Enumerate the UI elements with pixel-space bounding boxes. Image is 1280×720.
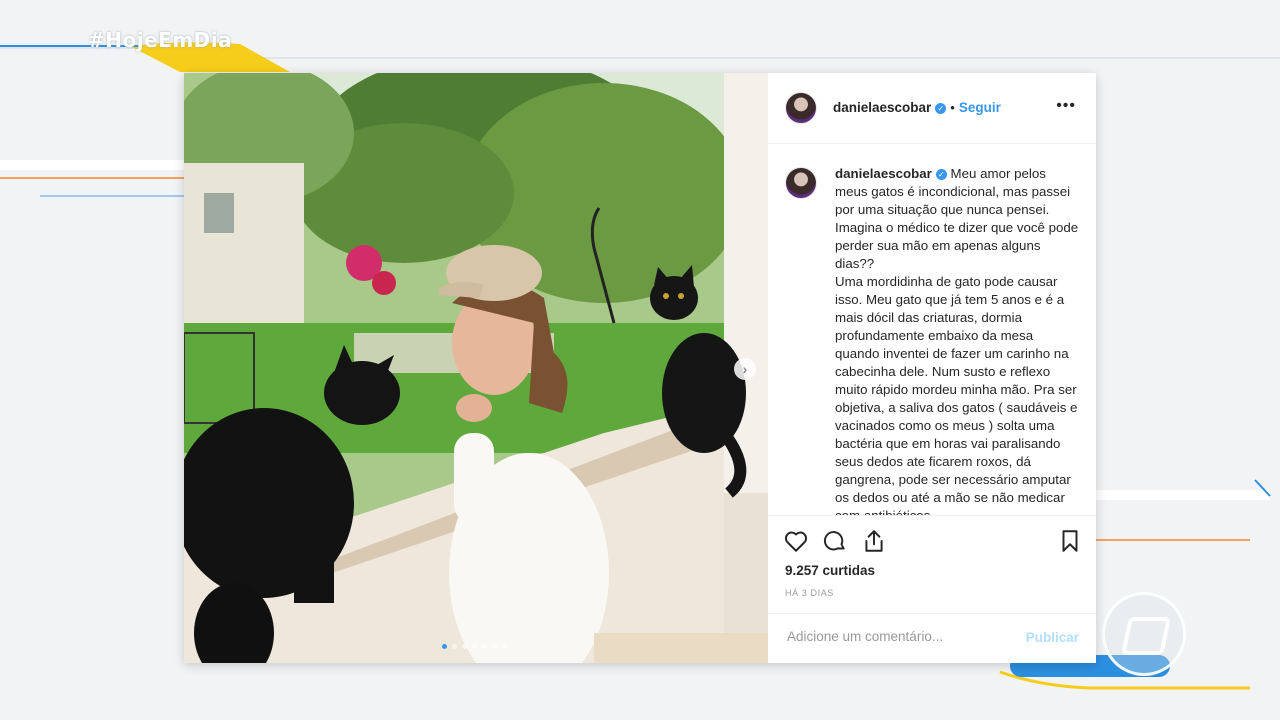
post-photo-illustration: [184, 73, 768, 663]
bookmark-save-icon[interactable]: [1057, 528, 1083, 554]
caption-verified-badge-icon: ✓: [935, 169, 947, 180]
show-hashtag: #HojeEmDia: [88, 28, 233, 52]
carousel-dot[interactable]: [442, 644, 447, 649]
post-photo[interactable]: ›: [184, 73, 768, 663]
header-username[interactable]: danielaescobar: [833, 100, 931, 115]
carousel-dot[interactable]: [472, 644, 477, 649]
publish-button[interactable]: Publicar: [1026, 630, 1079, 645]
action-bar: [768, 515, 1096, 564]
header-separator: •: [950, 100, 955, 115]
caption-area: danielaescobar ✓ Meu amor pelos meus gato…: [785, 165, 1085, 515]
carousel-dot[interactable]: [462, 644, 467, 649]
carousel-dot[interactable]: [502, 644, 507, 649]
post-date[interactable]: HÁ 3 DIAS: [785, 588, 834, 598]
carousel-next-arrow-icon[interactable]: ›: [734, 358, 756, 380]
carousel-dot[interactable]: [452, 644, 457, 649]
tv-channel-logo: [1102, 592, 1186, 676]
share-icon[interactable]: [861, 528, 887, 554]
more-options-icon[interactable]: •••: [1056, 97, 1076, 115]
caption-username[interactable]: danielaescobar: [835, 166, 932, 181]
comment-input[interactable]: [785, 628, 1019, 645]
comment-bar: Publicar: [768, 613, 1096, 664]
carousel-dot[interactable]: [492, 644, 497, 649]
post-header: danielaescobar ✓ • Seguir •••: [768, 73, 1096, 144]
avatar[interactable]: [785, 92, 817, 124]
caption-text: danielaescobar ✓ Meu amor pelos meus gato…: [835, 165, 1081, 515]
header-user-line: danielaescobar ✓ • Seguir: [833, 99, 1001, 117]
like-heart-icon[interactable]: [783, 528, 809, 554]
comment-bubble-icon[interactable]: [822, 528, 848, 554]
verified-badge-icon: ✓: [935, 103, 947, 114]
follow-button[interactable]: Seguir: [959, 100, 1001, 115]
carousel-dots: [442, 644, 507, 649]
instagram-post-card: › danielaescobar ✓ • Seguir ••• danielaesco…: [184, 73, 1096, 663]
caption-body: Meu amor pelos meus gatos é incondiciona…: [835, 166, 1079, 515]
carousel-dot[interactable]: [482, 644, 487, 649]
likes-count[interactable]: 9.257 curtidas: [785, 563, 875, 578]
caption-avatar[interactable]: [785, 167, 817, 199]
post-sidebar: danielaescobar ✓ • Seguir ••• danielaescoba…: [768, 73, 1096, 663]
